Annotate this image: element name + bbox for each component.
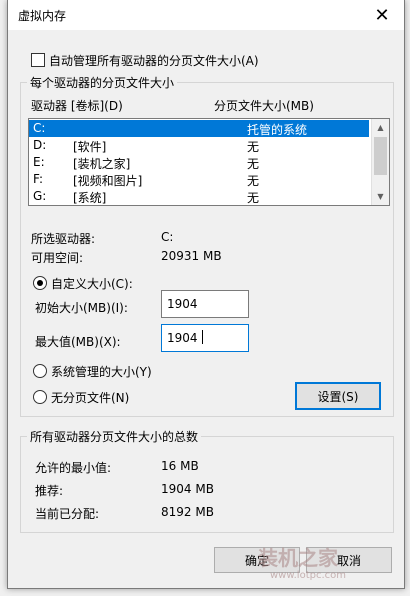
- current-allocated-value: 8192 MB: [161, 505, 214, 519]
- scroll-up-icon[interactable]: ▲: [372, 119, 389, 136]
- initial-size-input[interactable]: 1904: [161, 290, 249, 318]
- list-scrollbar[interactable]: ▲ ▼: [371, 119, 389, 205]
- system-managed-label[interactable]: 系统管理的大小(Y): [51, 363, 152, 380]
- auto-manage-checkbox[interactable]: [31, 53, 45, 67]
- scroll-thumb[interactable]: [374, 137, 387, 175]
- close-button[interactable]: ✕: [360, 0, 404, 30]
- max-size-label: 最大值(MB)(X):: [35, 335, 121, 349]
- min-allowed-value: 16 MB: [161, 459, 199, 473]
- custom-size-label[interactable]: 自定义大小(C):: [51, 275, 133, 292]
- available-space-label: 可用空间:: [31, 251, 84, 265]
- text-caret: [202, 330, 203, 344]
- list-item[interactable]: G: [系统] 无: [29, 188, 369, 205]
- list-item[interactable]: E: [装机之家] 无: [29, 154, 369, 171]
- no-paging-label[interactable]: 无分页文件(N): [51, 389, 129, 406]
- virtual-memory-dialog: 虚拟内存 ✕ 自动管理所有驱动器的分页文件大小(A) 每个驱动器的分页文件大小 …: [7, 0, 405, 589]
- auto-manage-label[interactable]: 自动管理所有驱动器的分页文件大小(A): [49, 52, 259, 69]
- column-header-drive: 驱动器 [卷标](D): [31, 99, 123, 113]
- set-button[interactable]: 设置(S): [295, 382, 381, 410]
- custom-size-radio[interactable]: [33, 276, 47, 290]
- drive-group-title: 每个驱动器的分页文件大小: [27, 74, 178, 91]
- scroll-down-icon[interactable]: ▼: [372, 188, 389, 205]
- initial-size-label: 初始大小(MB)(I):: [35, 301, 128, 315]
- totals-group-title: 所有驱动器分页文件大小的总数: [27, 428, 202, 445]
- dialog-title: 虚拟内存: [18, 9, 67, 23]
- no-paging-radio[interactable]: [33, 390, 47, 404]
- max-size-input[interactable]: 1904: [161, 324, 249, 352]
- drive-list[interactable]: C: 托管的系统 D: [软件] 无 E: [装机之家] 无 F: [视频和图片…: [28, 118, 390, 206]
- available-space-value: 20931 MB: [161, 249, 222, 263]
- watermark-url: www.lotpc.com: [270, 570, 346, 581]
- selected-drive-value: C:: [161, 230, 174, 244]
- title-bar: 虚拟内存 ✕: [8, 0, 404, 30]
- recommended-value: 1904 MB: [161, 482, 214, 496]
- list-item[interactable]: F: [视频和图片] 无: [29, 171, 369, 188]
- list-item[interactable]: C: 托管的系统: [29, 120, 369, 137]
- radio-selected-dot: [37, 280, 43, 286]
- system-managed-radio[interactable]: [33, 364, 47, 378]
- watermark-brand: 装机之家: [258, 546, 338, 570]
- recommended-label: 推荐:: [35, 484, 64, 498]
- current-allocated-label: 当前已分配:: [35, 507, 100, 521]
- column-header-size: 分页文件大小(MB): [214, 99, 314, 113]
- selected-drive-label: 所选驱动器:: [31, 232, 96, 246]
- min-allowed-label: 允许的最小值:: [35, 461, 112, 475]
- list-item[interactable]: D: [软件] 无: [29, 137, 369, 154]
